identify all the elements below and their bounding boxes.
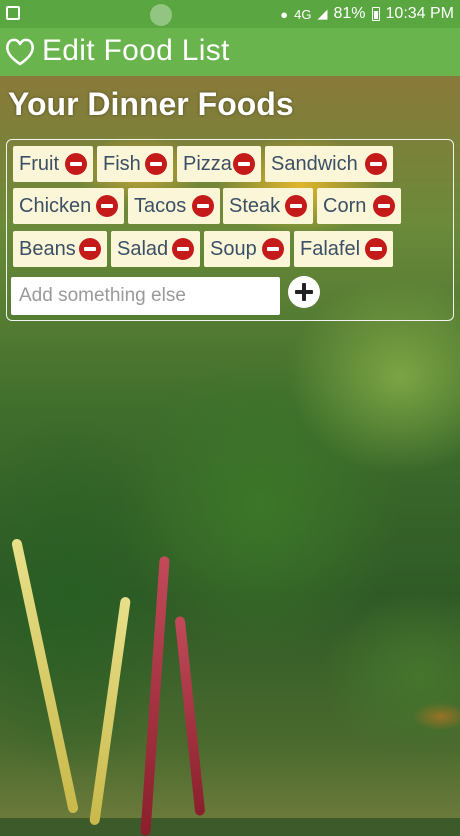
image-notification-icon: [6, 6, 20, 20]
food-chip-label: Pizza: [183, 152, 232, 175]
remove-icon[interactable]: [79, 238, 101, 260]
food-chip[interactable]: Tacos: [128, 188, 220, 224]
food-chip-label: Beans: [19, 237, 76, 260]
food-chip-label: Steak: [229, 194, 281, 217]
battery-percent: 81%: [333, 5, 366, 22]
food-chip[interactable]: Pizza: [177, 146, 261, 182]
food-chip[interactable]: Beans: [13, 231, 107, 267]
status-bar: ● 4G ◢ 81% 10:34 PM: [0, 0, 460, 28]
add-food-input[interactable]: [11, 277, 280, 315]
food-chip[interactable]: Steak: [223, 188, 313, 224]
food-chip-label: Fruit: [19, 152, 59, 175]
food-chip-label: Tacos: [134, 194, 187, 217]
food-chip-label: Sandwich: [271, 152, 358, 175]
food-chip-label: Fish: [103, 152, 141, 175]
food-chip-label: Falafel: [300, 237, 361, 260]
battery-icon: [371, 7, 380, 21]
touch-indicator: [150, 4, 172, 26]
remove-icon[interactable]: [233, 153, 255, 175]
food-chip-label: Corn: [323, 194, 367, 217]
remove-icon[interactable]: [365, 153, 387, 175]
remove-icon[interactable]: [373, 195, 395, 217]
food-chip-label: Chicken: [19, 194, 92, 217]
chard-stem: [89, 596, 131, 826]
remove-icon[interactable]: [285, 195, 307, 217]
food-chip-label: Soup: [210, 237, 257, 260]
remove-icon[interactable]: [365, 238, 387, 260]
food-chip[interactable]: Chicken: [13, 188, 124, 224]
remove-icon[interactable]: [96, 195, 118, 217]
food-chip-label: Salad: [117, 237, 169, 260]
heart-outline-icon[interactable]: [4, 37, 36, 67]
food-chip[interactable]: Fish: [97, 146, 173, 182]
remove-icon[interactable]: [172, 238, 194, 260]
remove-icon[interactable]: [262, 238, 284, 260]
app-bar: Edit Food List: [0, 28, 460, 76]
chard-stem: [11, 538, 79, 814]
clock: 10:34 PM: [385, 5, 454, 22]
food-chip[interactable]: Falafel: [294, 231, 393, 267]
food-chip[interactable]: Corn: [317, 188, 401, 224]
remove-icon[interactable]: [192, 195, 214, 217]
network-type: 4G: [294, 6, 312, 22]
food-chip[interactable]: Salad: [111, 231, 200, 267]
remove-icon[interactable]: [145, 153, 167, 175]
chard-stem: [174, 616, 206, 816]
section-title: Your Dinner Foods: [8, 86, 294, 122]
page-title: Edit Food List: [42, 34, 230, 67]
food-chip[interactable]: Fruit: [13, 146, 93, 182]
wifi-icon: ●: [280, 6, 289, 22]
chard-stem: [140, 555, 170, 836]
food-chip[interactable]: Sandwich: [265, 146, 393, 182]
remove-icon[interactable]: [65, 153, 87, 175]
signal-icon: ◢: [317, 6, 328, 21]
add-plus-icon[interactable]: [288, 276, 320, 308]
food-chip[interactable]: Soup: [204, 231, 290, 267]
